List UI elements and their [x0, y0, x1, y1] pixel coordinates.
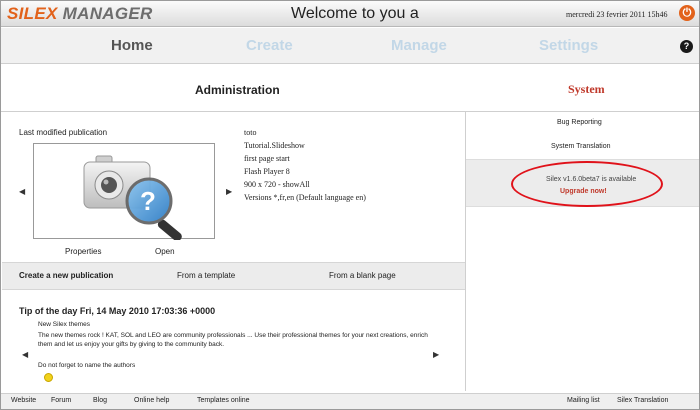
footer-link-website[interactable]: Website [11, 397, 36, 404]
system-title: System [568, 82, 605, 96]
publication-template: Tutorial.Slideshow [244, 141, 305, 150]
tip-body: The new themes rock ! KAT, SOL and LEO a… [38, 332, 428, 348]
tip-of-the-day-title: Tip of the day Fri, 14 May 2010 17:03:36… [19, 306, 216, 316]
footer-link-mailing-list[interactable]: Mailing list [567, 397, 600, 404]
open-button[interactable]: Open [155, 247, 175, 256]
footer-link-forum[interactable]: Forum [51, 397, 71, 404]
nav-create[interactable]: Create [246, 37, 293, 54]
next-publication-arrow[interactable]: ▶ [226, 187, 232, 196]
system-translation-link[interactable]: System Translation [551, 143, 611, 150]
nav-home[interactable]: Home [111, 37, 153, 54]
publication-versions: Versions *,fr,en (Default language en) [244, 193, 366, 202]
previous-publication-arrow[interactable]: ◀ [19, 187, 25, 196]
from-template-link[interactable]: From a template [177, 271, 235, 280]
bug-reporting-link[interactable]: Bug Reporting [557, 119, 602, 126]
administration-title: Administration [195, 83, 280, 97]
nav-manage[interactable]: Manage [391, 37, 447, 54]
svg-text:?: ? [140, 186, 156, 216]
publication-name: toto [244, 128, 257, 137]
properties-button[interactable]: Properties [65, 247, 101, 256]
welcome-text: Welcome to you a [291, 5, 419, 22]
next-tip-arrow[interactable]: ▶ [433, 350, 439, 359]
highlight-ellipse [511, 161, 663, 207]
previous-tip-arrow[interactable]: ◀ [22, 350, 28, 359]
publication-player: Flash Player 8 [244, 167, 290, 176]
main-nav: Home Create Manage Settings ? [1, 28, 699, 64]
publication-thumbnail[interactable]: ? [33, 143, 215, 242]
publication-info: toto Tutorial.Slideshow first page start… [244, 126, 366, 204]
help-icon[interactable]: ? [680, 40, 693, 53]
footer-link-online-help[interactable]: Online help [134, 397, 169, 404]
footer-bar: Website Forum Blog Online help Templates… [1, 393, 699, 409]
footer-link-blog[interactable]: Blog [93, 397, 107, 404]
panel-divider [465, 111, 466, 391]
power-icon[interactable]: ⏻ [679, 5, 695, 21]
footer-link-silex-translation[interactable]: Silex Translation [617, 397, 668, 404]
app-logo: SILEX MANAGER [7, 4, 153, 24]
from-blank-page-link[interactable]: From a blank page [329, 271, 396, 280]
tip-heading: New Silex themes [38, 321, 91, 328]
last-modified-label: Last modified publication [19, 128, 108, 137]
top-bar: SILEX MANAGER Welcome to you a mercredi … [1, 1, 699, 27]
publication-size: 900 x 720 - showAll [244, 180, 310, 189]
silex-manager-window: SILEX MANAGER Welcome to you a mercredi … [0, 0, 700, 410]
create-publication-bar: Create a new publication From a template… [2, 262, 465, 290]
footer-link-templates-online[interactable]: Templates online [197, 397, 250, 404]
logo-part-2: MANAGER [62, 4, 153, 23]
publication-first-page: first page start [244, 154, 290, 163]
logo-part-1: SILEX [7, 4, 58, 23]
header-divider [1, 111, 699, 112]
nav-settings[interactable]: Settings [539, 37, 598, 54]
date-text: mercredi 23 fevrier 2011 15h46 [566, 10, 668, 19]
create-new-publication-label: Create a new publication [19, 271, 114, 280]
tip-footer: Do not forget to name the authors [38, 362, 136, 369]
camera-search-icon: ? [83, 155, 182, 242]
smiley-icon [44, 373, 53, 382]
